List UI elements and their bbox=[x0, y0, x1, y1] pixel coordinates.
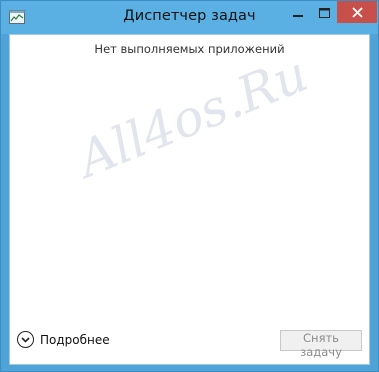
applications-list-area: Нет выполняемых приложений All4os.Ru Под… bbox=[9, 34, 370, 365]
more-details-label: Подробнее bbox=[40, 332, 110, 347]
close-icon bbox=[351, 3, 363, 22]
end-task-button[interactable]: Снять задачу bbox=[280, 330, 362, 359]
minimize-icon bbox=[293, 3, 303, 22]
task-manager-window: Диспетчер задач Нет выполняемых приложен… bbox=[0, 0, 379, 372]
maximize-button[interactable] bbox=[311, 1, 337, 23]
footer-bar: Подробнее Снять задачу bbox=[10, 324, 369, 364]
minimize-button[interactable] bbox=[285, 1, 311, 23]
close-button[interactable] bbox=[337, 1, 377, 23]
watermark-text: All4os.Ru bbox=[70, 44, 316, 189]
title-bar[interactable]: Диспетчер задач bbox=[1, 1, 378, 34]
chevron-down-circle-icon bbox=[17, 331, 34, 348]
maximize-icon bbox=[318, 3, 330, 22]
more-details-toggle[interactable]: Подробнее bbox=[17, 331, 110, 348]
no-running-apps-message: Нет выполняемых приложений bbox=[94, 42, 285, 56]
